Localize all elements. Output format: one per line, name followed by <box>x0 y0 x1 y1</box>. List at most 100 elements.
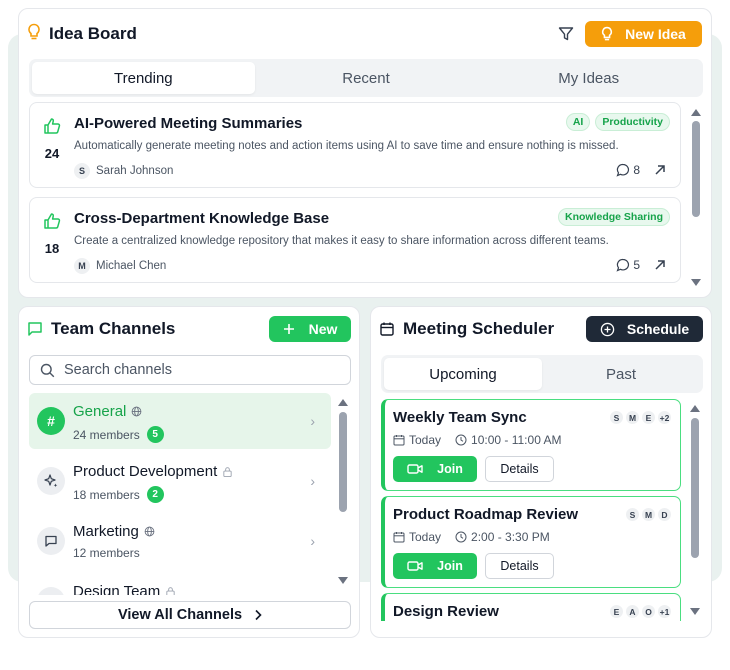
channel-item-marketing[interactable]: Marketing 12 members › <box>29 513 331 569</box>
avatar: S <box>625 507 640 522</box>
tab-past[interactable]: Past <box>542 358 700 390</box>
scrollbar-thumb[interactable] <box>692 121 700 217</box>
member-count: 12 members <box>73 546 140 560</box>
channel-item-general[interactable]: # General 24 members 5 › <box>29 393 331 449</box>
new-idea-button[interactable]: New Idea <box>585 21 702 47</box>
idea-title[interactable]: Cross-Department Knowledge Base <box>74 210 329 227</box>
idea-description: Automatically generate meeting notes and… <box>74 140 619 152</box>
tab-my-ideas[interactable]: My Ideas <box>477 62 700 94</box>
view-all-channels-button[interactable]: View All Channels <box>29 601 351 629</box>
channel-name: Marketing <box>73 523 155 540</box>
scrollbar-thumb[interactable] <box>691 418 699 558</box>
tag-ai[interactable]: AI <box>565 113 591 131</box>
new-channel-label: New <box>308 321 338 337</box>
scroll-up-arrow-icon[interactable] <box>338 399 348 406</box>
avatar: S <box>74 163 90 179</box>
search-icon <box>40 363 55 377</box>
unread-badge: 2 <box>146 486 164 503</box>
join-button[interactable]: Join <box>393 456 477 482</box>
chevron-right-icon: › <box>310 533 315 549</box>
avatar: S <box>609 410 624 425</box>
upvote-button[interactable]: 24 <box>42 117 62 161</box>
clock-icon <box>455 434 467 446</box>
open-external-icon[interactable] <box>654 164 666 176</box>
details-button[interactable]: Details <box>485 553 554 579</box>
member-count: 18 members <box>73 487 140 502</box>
globe-icon <box>132 406 142 417</box>
details-button[interactable]: Details <box>485 456 554 482</box>
comments-button[interactable]: 5 <box>616 258 640 272</box>
join-button[interactable]: Join <box>393 553 477 579</box>
channel-item-design-team[interactable]: Design Team <box>29 573 331 595</box>
tab-recent[interactable]: Recent <box>255 62 478 94</box>
channel-list: # General 24 members 5 › Product Develop… <box>29 393 331 595</box>
unread-badge: 5 <box>146 426 164 443</box>
globe-icon <box>144 526 155 537</box>
meeting-title: Weekly Team Sync <box>393 409 527 426</box>
meeting-actions: Join Details <box>393 456 554 482</box>
channel-scrollbar[interactable] <box>338 399 348 585</box>
upvote-button[interactable]: 18 <box>42 212 62 256</box>
tag-productivity[interactable]: Productivity <box>595 113 670 131</box>
tag-knowledge-sharing[interactable]: Knowledge Sharing <box>557 208 670 226</box>
scroll-down-arrow-icon[interactable] <box>690 608 700 615</box>
team-channels-panel: Team Channels New # General 24 members 5… <box>18 306 360 638</box>
scroll-up-arrow-icon[interactable] <box>691 109 701 116</box>
scroll-up-arrow-icon[interactable] <box>690 405 700 412</box>
chat-icon <box>37 587 65 595</box>
chevron-right-icon <box>255 609 262 621</box>
tab-upcoming[interactable]: Upcoming <box>384 358 542 390</box>
new-channel-button[interactable]: New <box>269 316 351 342</box>
avatar: M <box>641 507 656 522</box>
lightbulb-icon <box>602 26 613 41</box>
lock-icon <box>223 466 232 477</box>
scrollbar-thumb[interactable] <box>339 412 347 512</box>
meeting-scheduler-title: Meeting Scheduler <box>403 319 555 338</box>
video-icon <box>407 464 423 474</box>
idea-scrollbar[interactable] <box>691 109 701 289</box>
search-input[interactable] <box>64 362 324 378</box>
comment-count: 8 <box>633 163 640 177</box>
idea-card[interactable]: 18 Cross-Department Knowledge Base Creat… <box>29 197 681 283</box>
filter-button[interactable] <box>555 23 577 45</box>
new-idea-label: New Idea <box>625 26 686 42</box>
meeting-card[interactable]: Product Roadmap Review S M D Today 2:00 … <box>381 496 681 588</box>
channel-item-product-development[interactable]: Product Development 18 members 2 › <box>29 453 331 509</box>
attendee-avatars: E A O +1 <box>609 604 672 619</box>
channel-members: 24 members 5 <box>73 426 164 443</box>
lightbulb-icon <box>27 23 41 46</box>
plus-icon <box>283 324 294 334</box>
team-channels-header: Team Channels New <box>27 315 351 343</box>
schedule-button[interactable]: Schedule <box>586 316 703 342</box>
open-external-icon[interactable] <box>654 259 666 271</box>
avatar: O <box>641 604 656 619</box>
meeting-time: Today 10:00 - 11:00 AM <box>393 433 562 447</box>
channel-name-text: General <box>73 403 127 420</box>
tab-trending[interactable]: Trending <box>32 62 255 94</box>
idea-board-panel: Idea Board New Idea Trending Recent My I… <box>18 8 712 298</box>
vote-count: 24 <box>44 146 60 161</box>
scroll-down-arrow-icon[interactable] <box>338 577 348 584</box>
meeting-day: Today <box>409 433 442 447</box>
channel-search[interactable] <box>29 355 351 385</box>
idea-meta: 5 <box>616 258 666 272</box>
idea-board-header: Idea Board New Idea <box>27 21 702 47</box>
comments-button[interactable]: 8 <box>616 163 640 177</box>
comment-count: 5 <box>633 258 640 272</box>
idea-card[interactable]: 24 AI-Powered Meeting Summaries Automati… <box>29 102 681 188</box>
clock-icon <box>455 531 467 543</box>
filter-icon <box>558 27 574 41</box>
idea-title[interactable]: AI-Powered Meeting Summaries <box>74 115 302 132</box>
join-label: Join <box>437 559 463 573</box>
vote-count: 18 <box>44 241 60 256</box>
thumbs-up-icon <box>44 213 61 229</box>
meeting-card[interactable]: Design Review E A O +1 <box>381 593 681 621</box>
attendee-avatars: S M D <box>625 507 672 522</box>
meeting-card[interactable]: Weekly Team Sync S M E +2 Today 10:00 - … <box>381 399 681 491</box>
more-attendees: +1 <box>657 604 672 619</box>
avatar: M <box>625 410 640 425</box>
meeting-scrollbar[interactable] <box>690 405 700 617</box>
scroll-down-arrow-icon[interactable] <box>691 279 701 286</box>
meeting-time: Today 2:00 - 3:30 PM <box>393 530 550 544</box>
hash-icon: # <box>37 407 65 435</box>
